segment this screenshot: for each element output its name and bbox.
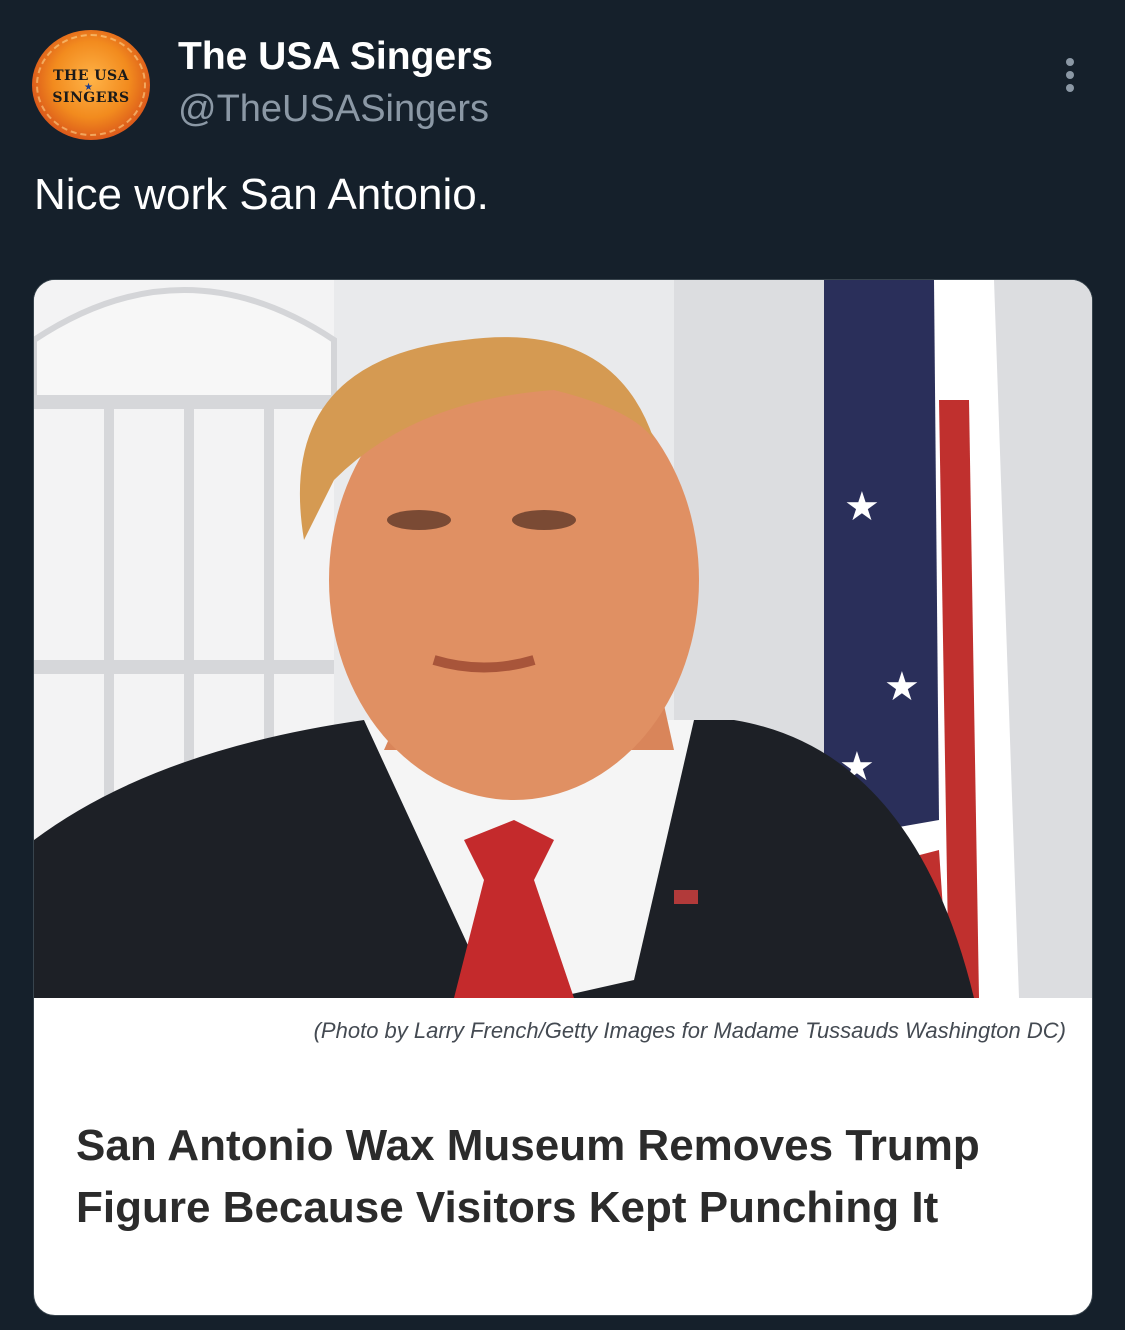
user-handle[interactable]: @TheUSASingers (178, 88, 489, 131)
more-dot (1066, 84, 1074, 92)
svg-text:★: ★ (844, 485, 880, 529)
article-photo: ★ ★ ★ (34, 280, 1092, 998)
svg-text:★: ★ (884, 665, 920, 709)
avatar[interactable]: THE USA ★ SINGERS (32, 30, 150, 140)
more-dot (1066, 71, 1074, 79)
more-options-icon[interactable] (1052, 52, 1088, 98)
avatar-text-line2: SINGERS (52, 90, 130, 106)
link-card[interactable]: ★ ★ ★ (Photo by Larry French/Getty Image… (33, 279, 1093, 1316)
more-dot (1066, 58, 1074, 66)
tweet-text: Nice work San Antonio. (34, 170, 489, 219)
photo-caption: (Photo by Larry French/Getty Images for … (313, 1018, 1066, 1043)
article-headline[interactable]: San Antonio Wax Museum Removes Trump Fig… (76, 1115, 1016, 1239)
tweet: THE USA ★ SINGERS The USA Singers @TheUS… (0, 0, 1125, 1330)
display-name[interactable]: The USA Singers (178, 35, 493, 79)
